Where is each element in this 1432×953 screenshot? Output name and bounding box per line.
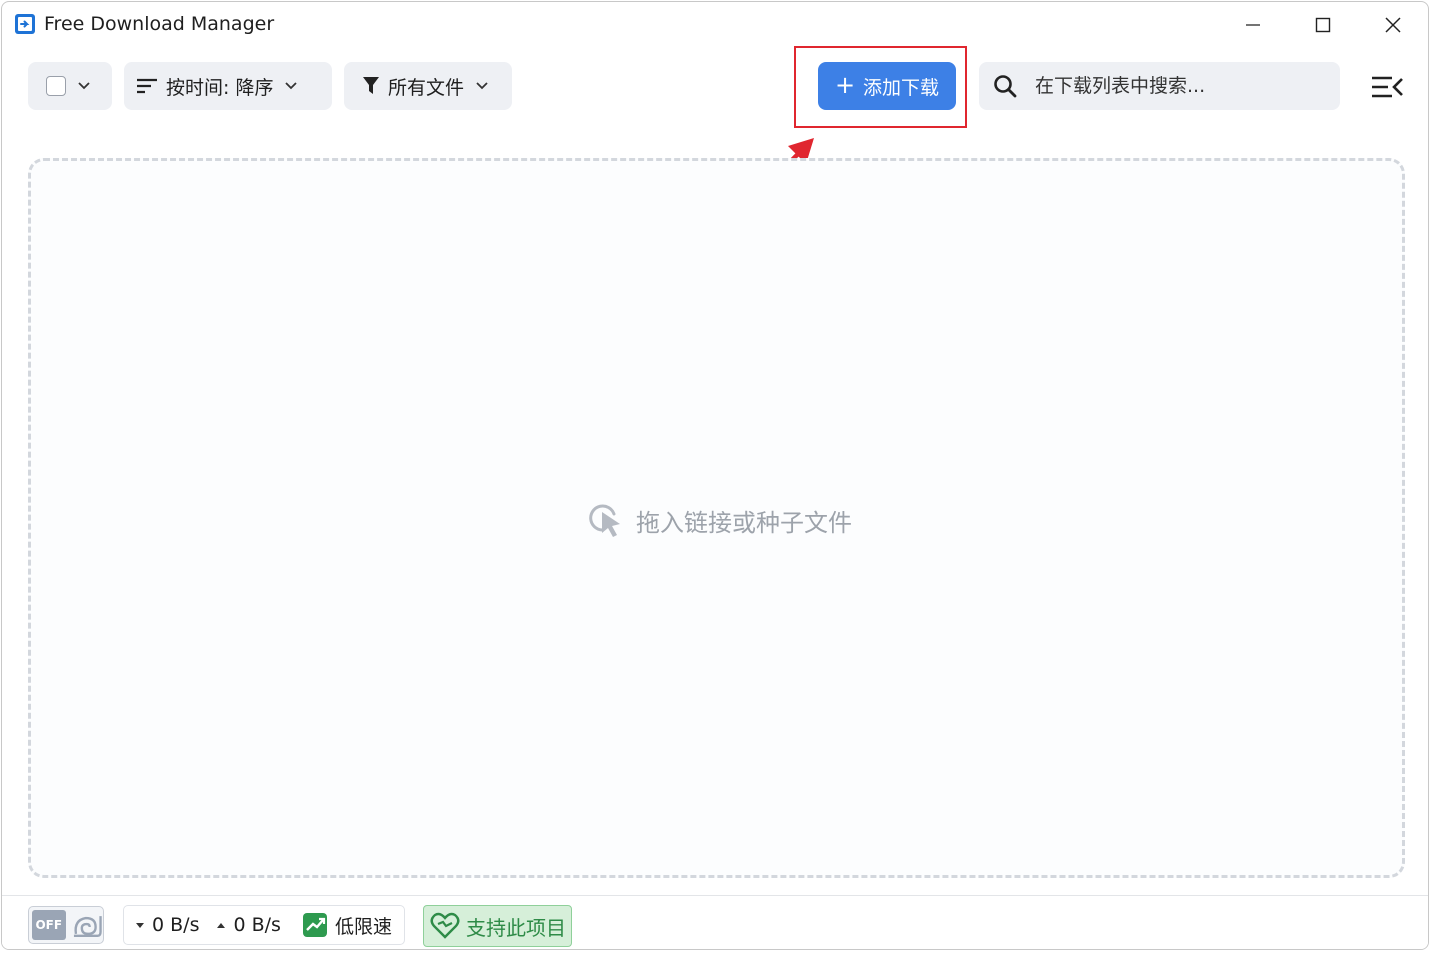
snail-icon — [73, 916, 102, 938]
sort-label: 按时间: 降序 — [166, 76, 274, 99]
filter-icon — [363, 77, 379, 94]
menu-collapse-icon[interactable] — [1370, 72, 1404, 102]
status-bar: OFF 0 B/s 0 B/s 低限速 支持此项目 — [2, 895, 1428, 949]
support-project-button[interactable]: 支持此项目 — [423, 905, 572, 947]
drop-hint-text: 拖入链接或种子文件 — [636, 508, 852, 537]
sort-dropdown[interactable]: 按时间: 降序 — [124, 62, 332, 110]
speed-mode-label: 低限速 — [334, 915, 392, 938]
app-logo-icon — [15, 14, 35, 34]
upload-speed: 0 B/s — [233, 914, 281, 936]
plus-icon: + — [834, 70, 856, 99]
close-button[interactable] — [1370, 8, 1416, 42]
heart-icon — [430, 912, 460, 939]
add-download-label: 添加下载 — [863, 76, 940, 99]
search-icon — [994, 75, 1017, 98]
maximize-icon — [1315, 17, 1331, 33]
drag-drop-icon — [589, 504, 620, 537]
title-bar: Free Download Manager — [2, 2, 1428, 48]
minimize-button[interactable] — [1230, 8, 1276, 42]
minimize-icon — [1246, 24, 1260, 26]
drop-hint: 拖入链接或种子文件 — [588, 502, 852, 538]
search-input[interactable] — [1033, 74, 1327, 98]
chevron-down-icon — [285, 82, 298, 90]
sort-icon — [137, 78, 157, 94]
select-all-dropdown[interactable] — [28, 62, 112, 110]
app-window: Free Download Manager 按时间: 降序 所有文件 + 添加下… — [1, 1, 1429, 950]
snail-state-badge: OFF — [32, 910, 66, 940]
upload-arrow-icon — [217, 922, 226, 928]
snail-mode-toggle[interactable]: OFF — [28, 906, 104, 944]
download-arrow-icon — [136, 922, 144, 928]
speed-panel[interactable]: 0 B/s 0 B/s 低限速 — [123, 905, 405, 945]
support-label: 支持此项目 — [466, 915, 566, 940]
maximize-button[interactable] — [1300, 8, 1346, 42]
window-title: Free Download Manager — [44, 13, 275, 35]
chevron-down-icon — [78, 82, 90, 90]
search-box[interactable] — [979, 62, 1340, 110]
filter-dropdown[interactable]: 所有文件 — [344, 62, 512, 110]
select-all-checkbox[interactable] — [46, 76, 66, 96]
filter-label: 所有文件 — [388, 76, 465, 99]
chevron-down-icon — [476, 82, 488, 90]
download-speed: 0 B/s — [152, 914, 200, 936]
speed-limit-icon — [302, 913, 327, 937]
close-icon — [1385, 17, 1401, 33]
add-download-button[interactable]: + 添加下载 — [818, 62, 956, 110]
